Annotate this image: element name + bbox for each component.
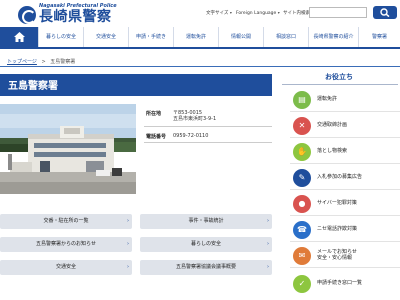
breadcrumb-home-link[interactable]: トップページ — [7, 59, 37, 65]
link-label: 五島警察署からのお知らせ — [36, 241, 96, 247]
sidebar-item-label: ニセ電話詐欺対策 — [317, 226, 358, 232]
link-label: 事件・事故統計 — [188, 218, 224, 224]
search-input[interactable] — [309, 7, 367, 18]
nav-item-consultation[interactable]: 相談窓口 — [263, 27, 308, 47]
divider — [282, 84, 398, 85]
page-title: 五島警察署 — [8, 81, 58, 92]
link-label: 五島警察署協議会議事概要 — [175, 264, 236, 270]
divider — [290, 163, 400, 164]
bid-icon: ✎ — [293, 169, 311, 187]
foreign-language-label: Foreign Language — [236, 11, 277, 16]
chevron-right-icon: › — [267, 218, 269, 224]
page: Nagasaki Prefectural Police 長崎県警察 文字サイズ … — [0, 0, 400, 300]
logo-title: 長崎県警察 — [39, 9, 112, 25]
sidebar-item-label: サイバー犯罪対策 — [317, 200, 357, 206]
link-council-minutes[interactable]: 五島警察署協議会議事概要 › — [140, 260, 272, 275]
license-icon: ▤ — [293, 91, 311, 109]
link-incident-stats[interactable]: 事件・事故統計 › — [140, 214, 272, 229]
application-icon: ✓ — [293, 275, 311, 293]
foreign-language-menu[interactable]: Foreign Language ▾ — [236, 10, 280, 16]
chevron-right-icon: › — [127, 218, 129, 224]
nav-item-disclosure[interactable]: 情報公開 — [218, 27, 263, 47]
sidebar-item-traffic-control[interactable]: ✕ 交通取締計画 — [290, 116, 400, 136]
chevron-right-icon: › — [127, 241, 129, 247]
link-traffic-safety[interactable]: 交通安全 › — [0, 260, 132, 275]
site-logo[interactable]: Nagasaki Prefectural Police 長崎県警察 — [18, 3, 117, 25]
address-text: 五島市東浜町3-9-1 — [173, 116, 217, 122]
lost-item-icon: ✋ — [293, 143, 311, 161]
nav-item-safety[interactable]: 暮らしの安全 — [38, 27, 83, 47]
breadcrumb-current: 五島警察署 — [50, 59, 76, 65]
phone-number: 0959-72-0110 — [173, 133, 209, 139]
breadcrumb-separator: > — [41, 59, 46, 65]
page-title-bar: 五島警察署 — [0, 74, 272, 96]
station-photo — [0, 104, 136, 194]
police-emblem-icon — [18, 6, 36, 24]
chevron-right-icon: › — [267, 264, 269, 270]
sidebar-item-phone-fraud[interactable]: ☎ ニセ電話詐欺対策 — [290, 220, 400, 240]
link-label: 交通安全 — [55, 264, 76, 270]
link-living-safety[interactable]: 暮らしの安全 › — [140, 237, 272, 252]
sidebar-item-label: メールでお知らせ 安全・安心情報 — [317, 249, 357, 261]
address-label: 所在地 — [146, 111, 162, 117]
sidebar-item-label: 交通取締計画 — [317, 122, 348, 128]
nav-item-license[interactable]: 運転免許 — [173, 27, 218, 47]
link-label: 交番・駐在所の一覧 — [43, 218, 89, 224]
sidebar-item-applications[interactable]: ✓ 申請手続き窓口一覧 — [290, 274, 400, 294]
chevron-right-icon: › — [127, 264, 129, 270]
link-label: 暮らしの安全 — [190, 241, 221, 247]
divider — [290, 111, 400, 112]
sidebar-item-label: 申請手続き窓口一覧 — [317, 280, 363, 286]
nav-item-applications[interactable]: 申請・手続き — [128, 27, 173, 47]
sidebar-item-label: 落とし物検索 — [317, 148, 348, 154]
font-size-menu[interactable]: 文字サイズ ▾ — [206, 10, 232, 16]
nav-item-about[interactable]: 長崎県警察の紹介 — [308, 27, 358, 47]
home-button[interactable] — [0, 27, 38, 49]
sidebar-item-license[interactable]: ▤ 運転免許 — [290, 90, 400, 110]
divider — [290, 137, 400, 138]
phone-label: 電話番号 — [146, 134, 167, 140]
sidebar-item-cyber[interactable]: ● サイバー犯罪対策 — [290, 194, 400, 214]
sidebar-item-mail[interactable]: ✉ メールでお知らせ 安全・安心情報 — [290, 246, 400, 266]
mail-icon: ✉ — [293, 247, 311, 265]
traffic-control-icon: ✕ — [293, 117, 311, 135]
sidebar-item-label: 入札参加の募集広告 — [317, 174, 363, 180]
nav-item-stations[interactable]: 警察署 — [358, 27, 400, 47]
site-header: Nagasaki Prefectural Police 長崎県警察 文字サイズ … — [0, 0, 400, 27]
divider — [290, 241, 400, 242]
sidebar-item-label-line2: 安全・安心情報 — [317, 255, 353, 261]
sidebar-item-bidding[interactable]: ✎ 入札参加の募集広告 — [290, 168, 400, 188]
divider — [290, 215, 400, 216]
chevron-down-icon: ▾ — [277, 10, 280, 15]
divider — [144, 142, 272, 143]
divider — [144, 126, 272, 127]
search-icon — [380, 8, 390, 17]
search-button[interactable] — [373, 6, 397, 19]
link-station-news[interactable]: 五島警察署からのお知らせ › — [0, 237, 132, 252]
breadcrumb: トップページ > 五島警察署 — [7, 58, 75, 65]
sidebar-item-label: 運転免許 — [317, 96, 338, 102]
chevron-right-icon: › — [267, 241, 269, 247]
nav-item-traffic[interactable]: 交通安全 — [83, 27, 128, 47]
divider — [0, 66, 400, 67]
chevron-down-icon: ▾ — [229, 10, 232, 15]
phone-fraud-icon: ☎ — [293, 221, 311, 239]
divider — [290, 267, 400, 268]
link-koban-list[interactable]: 交番・駐在所の一覧 › — [0, 214, 132, 229]
cyber-icon: ● — [293, 195, 311, 213]
home-icon — [14, 32, 25, 42]
site-search-label: サイト内検索 — [283, 11, 310, 16]
sidebar-item-lost-items[interactable]: ✋ 落とし物検索 — [290, 142, 400, 162]
divider — [290, 189, 400, 190]
font-size-label: 文字サイズ — [206, 11, 229, 16]
global-nav: 暮らしの安全 交通安全 申請・手続き 運転免許 情報公開 相談窓口 長崎県警察の… — [0, 27, 400, 49]
